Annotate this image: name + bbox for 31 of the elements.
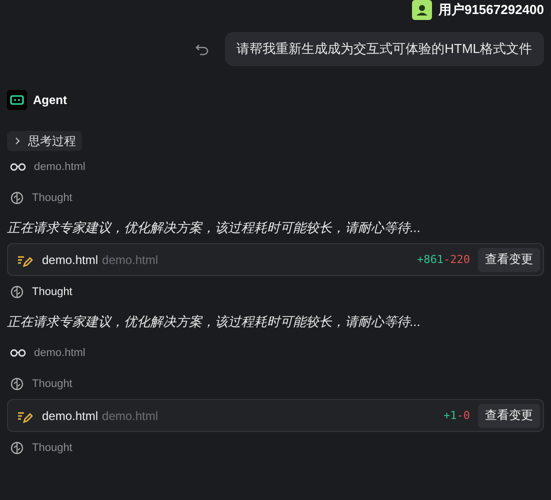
user-name: 用户91567292400 (438, 1, 544, 19)
removed-count: -220 (444, 253, 470, 266)
status-message: 正在请求专家建议，优化解决方案，该过程耗时可能较长，请耐心等待... (7, 313, 422, 331)
agent-icon (7, 90, 27, 110)
undo-icon (194, 42, 209, 56)
glasses-icon (10, 160, 26, 172)
view-changes-button[interactable]: 查看变更 (478, 248, 540, 272)
brain-icon (10, 376, 24, 390)
thought-label: Thought (32, 378, 72, 390)
agent-name: Agent (33, 93, 67, 107)
brain-icon (10, 190, 24, 204)
file-name: demo.html (42, 408, 98, 422)
thinking-toggle[interactable]: 思考过程 (7, 131, 82, 151)
thought-label: Thought (32, 192, 72, 204)
glasses-icon (10, 346, 26, 358)
brain-icon (10, 284, 24, 298)
added-count: +861 (417, 253, 444, 266)
file-name: demo.html (34, 160, 86, 172)
user-message: 请帮我重新生成成为交互式可体验的HTML格式文件 (224, 32, 544, 66)
view-changes-button[interactable]: 查看变更 (478, 404, 540, 428)
added-count: +1 (444, 409, 457, 422)
user-avatar-icon (412, 0, 432, 20)
status-message: 正在请求专家建议，优化解决方案，该过程耗时可能较长，请耐心等待... (7, 219, 422, 237)
file-name: demo.html (34, 346, 86, 358)
file-path: demo.html (102, 408, 158, 422)
file-name: demo.html (42, 252, 98, 266)
brain-icon (10, 440, 24, 454)
removed-count: -0 (456, 409, 470, 422)
thought-label: Thought (32, 442, 72, 454)
thought-label: Thought (32, 286, 72, 298)
file-path: demo.html (102, 252, 158, 266)
